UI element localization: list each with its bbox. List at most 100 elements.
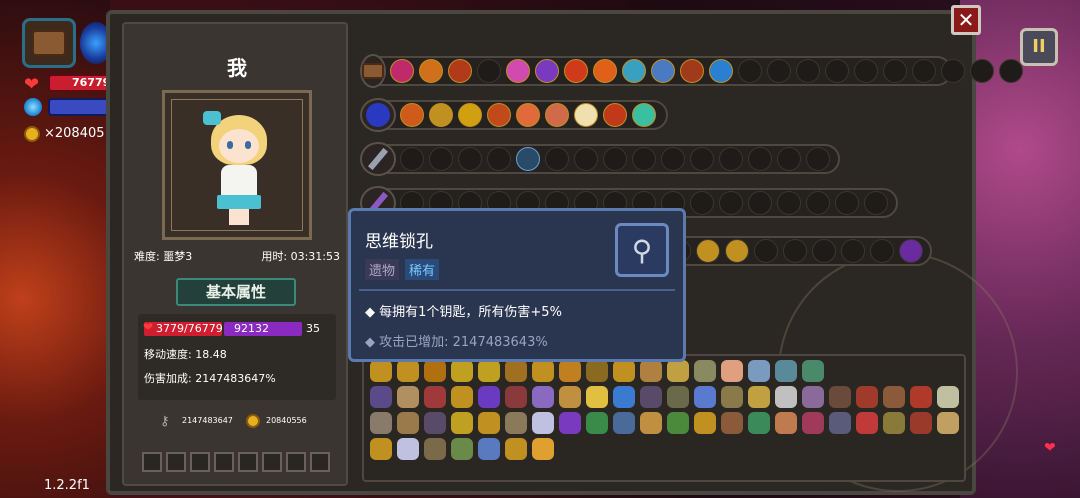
empty-slot[interactable] [574, 147, 598, 171]
eye-icon[interactable] [516, 147, 540, 171]
inventory-item[interactable] [829, 412, 851, 434]
empty-slot[interactable] [262, 452, 282, 472]
inventory-item[interactable] [451, 438, 473, 460]
inventory-item[interactable] [640, 360, 662, 382]
relic-icon[interactable] [429, 103, 453, 127]
inventory-item[interactable] [505, 438, 527, 460]
empty-slot[interactable] [190, 452, 210, 472]
empty-slot[interactable] [477, 59, 501, 83]
relic-icon[interactable] [622, 59, 646, 83]
empty-slot[interactable] [912, 59, 936, 83]
empty-slot[interactable] [841, 239, 865, 263]
chest-icon[interactable] [360, 54, 386, 88]
inventory-item[interactable] [694, 360, 716, 382]
empty-slot[interactable] [806, 147, 830, 171]
empty-slot[interactable] [854, 59, 878, 83]
empty-slot[interactable] [142, 452, 162, 472]
inventory-item[interactable] [856, 386, 878, 408]
inventory-item[interactable] [613, 412, 635, 434]
inventory-item[interactable] [586, 386, 608, 408]
inventory-item[interactable] [586, 360, 608, 382]
inventory-item[interactable] [667, 412, 689, 434]
empty-slot[interactable] [748, 191, 772, 215]
inventory-item[interactable] [532, 412, 554, 434]
inventory-item[interactable] [505, 412, 527, 434]
empty-slot[interactable] [796, 59, 820, 83]
inventory-item[interactable] [613, 360, 635, 382]
inventory-item[interactable] [478, 360, 500, 382]
inventory-item[interactable] [937, 412, 959, 434]
inventory-item[interactable] [667, 386, 689, 408]
relic-icon[interactable] [516, 103, 540, 127]
empty-slot[interactable] [777, 191, 801, 215]
empty-slot[interactable] [690, 147, 714, 171]
empty-slot[interactable] [661, 147, 685, 171]
inventory-item[interactable] [397, 438, 419, 460]
inventory-item[interactable] [721, 360, 743, 382]
empty-slot[interactable] [864, 191, 888, 215]
empty-slot[interactable] [690, 191, 714, 215]
inventory-item[interactable] [748, 386, 770, 408]
inventory-item[interactable] [532, 360, 554, 382]
inventory-item[interactable] [478, 412, 500, 434]
inventory-item[interactable] [451, 412, 473, 434]
inventory-item[interactable] [910, 386, 932, 408]
inventory-item[interactable] [775, 360, 797, 382]
inventory-item[interactable] [748, 360, 770, 382]
empty-slot[interactable] [429, 147, 453, 171]
basic-attributes-button[interactable]: 基本属性 [176, 278, 296, 306]
inventory-item[interactable] [586, 412, 608, 434]
inventory-item[interactable] [559, 412, 581, 434]
empty-slot[interactable] [458, 147, 482, 171]
inventory-item[interactable] [451, 360, 473, 382]
relic-icon[interactable] [651, 59, 675, 83]
empty-slot[interactable] [238, 452, 258, 472]
empty-slot[interactable] [777, 147, 801, 171]
sword-icon[interactable] [360, 142, 396, 176]
empty-slot[interactable] [748, 147, 772, 171]
inventory-item[interactable] [775, 386, 797, 408]
empty-slot[interactable] [166, 452, 186, 472]
inventory-item[interactable] [505, 386, 527, 408]
empty-slot[interactable] [603, 147, 627, 171]
relic-icon[interactable] [593, 59, 617, 83]
empty-slot[interactable] [970, 59, 994, 83]
empty-slot[interactable] [825, 59, 849, 83]
inventory-item[interactable] [532, 386, 554, 408]
empty-slot[interactable] [806, 191, 830, 215]
empty-slot[interactable] [999, 59, 1023, 83]
inventory-item[interactable] [532, 438, 554, 460]
inventory-item[interactable] [883, 386, 905, 408]
relic-icon[interactable] [448, 59, 472, 83]
relic-icon[interactable] [632, 103, 656, 127]
relic-icon[interactable] [709, 59, 733, 83]
empty-slot[interactable] [835, 191, 859, 215]
inventory-item[interactable] [802, 386, 824, 408]
inventory-item[interactable] [721, 386, 743, 408]
chest-button[interactable] [22, 18, 76, 68]
inventory-item[interactable] [370, 360, 392, 382]
inventory-item[interactable] [694, 412, 716, 434]
relic-icon[interactable] [419, 59, 443, 83]
inventory-item[interactable] [424, 360, 446, 382]
inventory-item[interactable] [559, 386, 581, 408]
empty-slot[interactable] [883, 59, 907, 83]
relic-icon[interactable] [545, 103, 569, 127]
empty-slot[interactable] [632, 147, 656, 171]
relic-icon[interactable] [535, 59, 559, 83]
inventory-item[interactable] [370, 438, 392, 460]
inventory-item[interactable] [613, 386, 635, 408]
inventory-item[interactable] [802, 360, 824, 382]
empty-slot[interactable] [754, 239, 778, 263]
inventory-item[interactable] [424, 386, 446, 408]
empty-slot[interactable] [545, 147, 569, 171]
empty-slot[interactable] [719, 147, 743, 171]
empty-slot[interactable] [487, 147, 511, 171]
inventory-item[interactable] [424, 438, 446, 460]
inventory-item[interactable] [667, 360, 689, 382]
inventory-item[interactable] [559, 360, 581, 382]
inventory-item[interactable] [370, 386, 392, 408]
inventory-item[interactable] [370, 412, 392, 434]
inventory-item[interactable] [775, 412, 797, 434]
empty-slot[interactable] [812, 239, 836, 263]
